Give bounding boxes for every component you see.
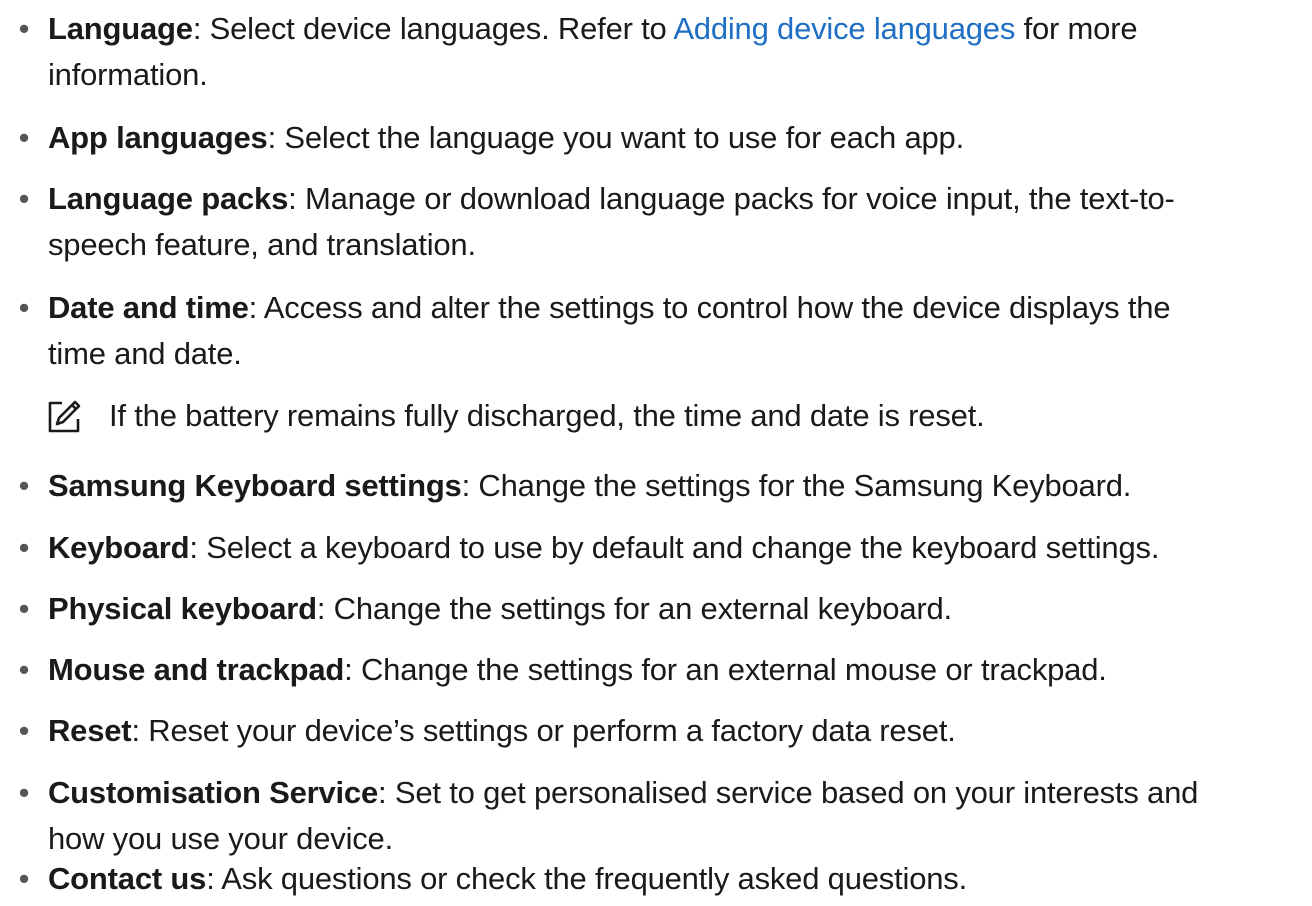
list-item-text: : Ask questions or check the frequently …	[206, 861, 967, 896]
adding-device-languages-link[interactable]: Adding device languages	[673, 11, 1015, 46]
list-item-term: Mouse and trackpad	[48, 652, 345, 687]
bullet: •	[18, 11, 30, 46]
bullet: •	[18, 861, 30, 896]
list-item-term: Date and time	[48, 290, 249, 325]
bullet: •	[18, 181, 30, 216]
list-item-text: : Access and alter the settings to contr…	[248, 290, 1171, 325]
list-item-text: speech feature, and translation.	[48, 227, 476, 262]
list-item-line: Mouse and trackpad: Change the settings …	[48, 647, 1107, 693]
list-item-text: : Reset your device’s settings or perfor…	[131, 713, 956, 748]
list-item-line: Customisation Service: Set to get person…	[48, 770, 1198, 816]
list-item-text: : Change the settings for the Samsung Ke…	[461, 468, 1132, 503]
list-item-line: Contact us: Ask questions or check the f…	[48, 856, 967, 902]
bullet: •	[18, 530, 30, 565]
bullet: •	[18, 468, 30, 503]
list-item-text: : Select the language you want to use fo…	[267, 120, 965, 155]
list-item-term: Customisation Service	[48, 775, 379, 810]
list-item-line: Language: Select device languages. Refer…	[48, 6, 1138, 52]
list-item-term: Reset	[48, 713, 132, 748]
note-pencil-icon	[48, 400, 81, 433]
list-item-line: Language packs: Manage or download langu…	[48, 176, 1175, 222]
list-item-text: : Select a keyboard to use by default an…	[189, 530, 1160, 565]
list-item-term: Contact us	[48, 861, 207, 896]
bullet: •	[18, 652, 30, 687]
list-item-line: Reset: Reset your device’s settings or p…	[48, 708, 956, 754]
list-item-term: Language	[48, 11, 193, 46]
list-item-term: Physical keyboard	[48, 591, 317, 626]
bullet: •	[18, 713, 30, 748]
list-item-text: : Change the settings for an external ke…	[316, 591, 952, 626]
list-item-text: time and date.	[48, 336, 242, 371]
list-item-term: App languages	[48, 120, 268, 155]
list-item-term: Language packs	[48, 181, 289, 216]
bullet: •	[18, 290, 30, 325]
bullet: •	[18, 120, 30, 155]
bullet: •	[18, 591, 30, 626]
note-text: If the battery remains fully discharged,…	[109, 398, 985, 433]
list-item-text: : Manage or download language packs for …	[288, 181, 1175, 216]
list-item-term: Keyboard	[48, 530, 190, 565]
list-item-text: : Set to get personalised service based …	[378, 775, 1199, 810]
list-item-term: Samsung Keyboard settings	[48, 468, 462, 503]
bullet: •	[18, 775, 30, 810]
list-item-line: App languages: Select the language you w…	[48, 115, 964, 161]
list-item-text: for more	[1015, 11, 1138, 46]
list-item-line: Keyboard: Select a keyboard to use by de…	[48, 525, 1159, 571]
list-item-text: information.	[48, 57, 208, 92]
list-item-text: : Change the settings for an external mo…	[344, 652, 1107, 687]
list-item-text: : Select device languages. Refer to	[192, 11, 674, 46]
list-item-line: Samsung Keyboard settings: Change the se…	[48, 463, 1131, 509]
settings-description-page: • Language: Select device languages. Ref…	[0, 0, 1312, 906]
list-item-line: Date and time: Access and alter the sett…	[48, 285, 1171, 331]
list-item-line: Physical keyboard: Change the settings f…	[48, 586, 952, 632]
